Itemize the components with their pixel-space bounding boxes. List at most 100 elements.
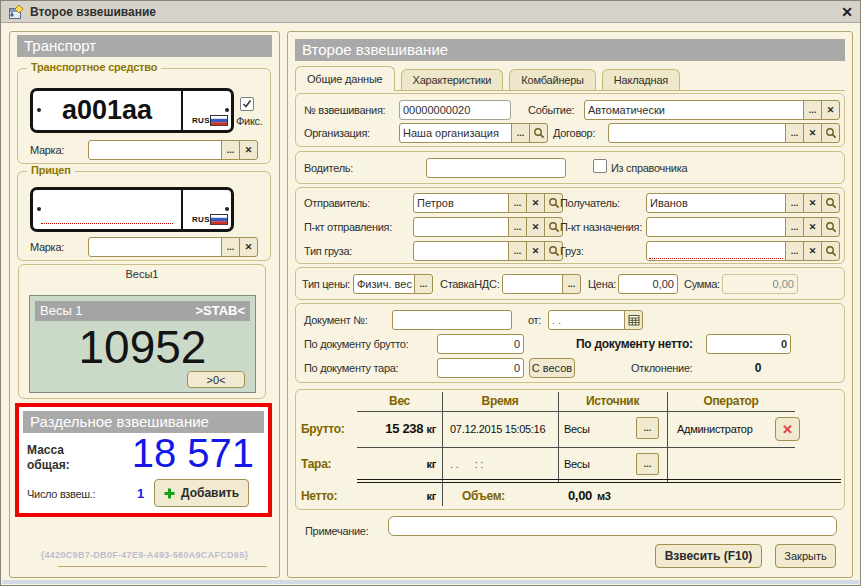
contract-clear-button[interactable]: ✕ — [803, 123, 822, 143]
from-scales-button[interactable]: С весов — [529, 358, 575, 378]
weigh-button[interactable]: Взвесить (F10) — [655, 544, 762, 568]
receiver-clear-button[interactable]: ✕ — [803, 193, 822, 213]
tare-time: . . : : — [450, 454, 483, 474]
vehicle-marka-ellipsis-button[interactable]: ... — [221, 140, 240, 160]
receiver-ellipsis-button[interactable]: ... — [785, 193, 804, 213]
event-ellipsis-button[interactable]: ... — [803, 100, 822, 120]
fix-checkbox[interactable] — [240, 97, 254, 111]
doc-date-calendar-button[interactable] — [624, 310, 643, 330]
trailer-marka-input[interactable] — [88, 237, 222, 257]
contract-lookup-button[interactable] — [821, 123, 840, 143]
tab-obshchie-dannye[interactable]: Общие данные — [295, 66, 395, 91]
deviation-label: Отклонение: — [631, 358, 692, 378]
price-type-input[interactable]: Физич. вес — [353, 274, 415, 294]
vehicle-marka-clear-button[interactable]: ✕ — [239, 140, 258, 160]
plus-icon — [164, 488, 175, 499]
receiver-field[interactable]: Иванов ... ✕ — [646, 193, 840, 213]
doc-num-label: Документ №: — [304, 310, 367, 330]
doc-tare-input[interactable]: 0 — [437, 358, 524, 378]
trailer-plate[interactable]: RUS — [30, 187, 234, 232]
dep-point-input[interactable] — [413, 217, 509, 237]
vehicle-plate[interactable]: a001aa RUS — [30, 88, 234, 133]
from-catalog-checkbox[interactable] — [593, 159, 607, 173]
sender-input[interactable]: Петров — [413, 193, 509, 213]
event-field[interactable]: Автоматически ... ✕ — [584, 100, 840, 120]
vehicle-marka-field[interactable]: ... ✕ — [88, 140, 258, 160]
add-button[interactable]: Добавить — [154, 479, 249, 507]
sender-ellipsis-button[interactable]: ... — [508, 193, 527, 213]
dep-point-clear-button[interactable]: ✕ — [526, 217, 545, 237]
dep-point-ellipsis-button[interactable]: ... — [508, 217, 527, 237]
zero-button[interactable]: >0< — [187, 371, 245, 388]
dest-point-clear-button[interactable]: ✕ — [803, 217, 822, 237]
contract-input[interactable] — [608, 123, 786, 143]
dest-point-input[interactable] — [646, 217, 786, 237]
gross-time: 07.12.2015 15:05:16 — [450, 419, 545, 439]
event-clear-button[interactable]: ✕ — [821, 100, 840, 120]
trailer-plate-number — [33, 190, 183, 229]
cargo-type-clear-button[interactable]: ✕ — [526, 241, 545, 261]
receiver-input[interactable]: Иванов — [646, 193, 786, 213]
contract-ellipsis-button[interactable]: ... — [785, 123, 804, 143]
magnifier-icon — [548, 245, 560, 257]
org-field[interactable]: Наша организация ... — [399, 123, 548, 143]
trailer-marka-ellipsis-button[interactable]: ... — [221, 237, 240, 257]
tare-source-ellipsis-button[interactable]: ... — [636, 453, 659, 475]
note-label: Примечание: — [305, 521, 368, 541]
col-weight: Вес — [357, 392, 442, 410]
price-type-field[interactable]: Физич. вес ... — [353, 274, 433, 294]
driver-input[interactable] — [426, 158, 566, 178]
vat-ellipsis-button[interactable]: ... — [562, 274, 581, 294]
cargo-clear-button[interactable]: ✕ — [803, 241, 822, 261]
volume-label: Объем: — [462, 486, 505, 506]
cargo-type-ellipsis-button[interactable]: ... — [508, 241, 527, 261]
scales-name: Весы 1 — [40, 301, 83, 321]
required-underline — [41, 223, 173, 224]
doc-gross-input[interactable]: 0 — [437, 334, 524, 354]
plate-dot-right — [225, 108, 229, 112]
titlebar: Второе взвешивание ✕ — [1, 1, 860, 23]
dep-point-field[interactable]: ... ✕ — [413, 217, 563, 237]
doc-num-input[interactable] — [392, 310, 512, 330]
tab-nakladnaya[interactable]: Накладная — [602, 69, 680, 90]
price-type-ellipsis-button[interactable]: ... — [414, 274, 433, 294]
gross-weight: 15 238 кг — [322, 419, 436, 439]
number-input[interactable]: 00000000020 — [399, 100, 511, 120]
close-button[interactable]: Закрыть — [775, 544, 836, 568]
event-input[interactable]: Автоматически — [584, 100, 804, 120]
sender-field[interactable]: Петров ... ✕ — [413, 193, 563, 213]
close-icon[interactable]: ✕ — [841, 4, 853, 20]
sender-clear-button[interactable]: ✕ — [526, 193, 545, 213]
doc-date-input[interactable]: . . — [548, 310, 625, 330]
org-lookup-button[interactable] — [529, 123, 548, 143]
org-input[interactable]: Наша организация — [399, 123, 512, 143]
org-label: Организация: — [304, 123, 370, 143]
vat-field[interactable]: ... — [502, 274, 581, 294]
trailer-marka-clear-button[interactable]: ✕ — [239, 237, 258, 257]
cargo-lookup-button[interactable] — [821, 241, 840, 261]
receiver-lookup-button[interactable] — [821, 193, 840, 213]
dest-point-ellipsis-button[interactable]: ... — [785, 217, 804, 237]
vat-input[interactable] — [502, 274, 563, 294]
vehicle-marka-input[interactable] — [88, 140, 222, 160]
tab-kombaynery[interactable]: Комбайнеры — [509, 69, 596, 90]
doc-date-field[interactable]: . . — [548, 310, 643, 330]
tab-kharakteristiki[interactable]: Характеристики — [401, 69, 504, 90]
cargo-ellipsis-button[interactable]: ... — [785, 241, 804, 261]
magnifier-icon — [825, 197, 837, 209]
dest-point-lookup-button[interactable] — [821, 217, 840, 237]
dest-point-field[interactable]: ... ✕ — [646, 217, 840, 237]
cargo-field[interactable]: ... ✕ — [646, 241, 840, 261]
cargo-type-input[interactable] — [413, 241, 509, 261]
cargo-input[interactable] — [646, 241, 786, 261]
note-input[interactable] — [388, 516, 837, 536]
price-input[interactable]: 0,00 — [618, 274, 678, 294]
scales-frame: Весы1 Весы 1 >STAB< 10952 >0< — [18, 264, 266, 399]
gross-source-ellipsis-button[interactable]: ... — [636, 417, 659, 439]
cargo-type-field[interactable]: ... ✕ — [413, 241, 563, 261]
trailer-marka-field[interactable]: ... ✕ — [88, 237, 258, 257]
delete-gross-button[interactable]: ✕ — [775, 417, 800, 441]
contract-field[interactable]: ... ✕ — [608, 123, 840, 143]
org-ellipsis-button[interactable]: ... — [511, 123, 530, 143]
doc-net-input[interactable]: 0 — [706, 334, 791, 354]
